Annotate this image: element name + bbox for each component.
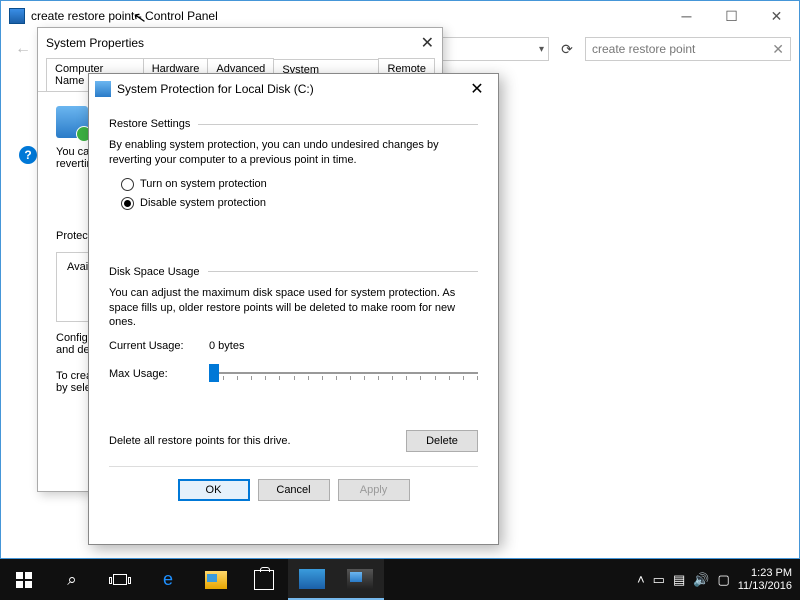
dialog-title: System Properties [46, 36, 421, 50]
slider-track [209, 372, 478, 374]
chevron-down-icon: ▾ [539, 44, 544, 55]
control-panel-icon [9, 8, 25, 24]
drive-icon [95, 81, 111, 97]
dialog-title: System Protection for Local Disk (C:) [117, 82, 462, 96]
radio-turn-on[interactable]: Turn on system protection [121, 178, 478, 191]
edge-icon: e [156, 568, 180, 592]
taskbar: ⌕ e ˄ ▭ ▤ 🔊 ▢ 1:23 PM 11/13/2016 [0, 559, 800, 600]
restore-icon [56, 106, 88, 138]
date-text: 11/13/2016 [738, 580, 792, 593]
tray-chevron-icon[interactable]: ˄ [637, 572, 645, 587]
explorer-icon [205, 571, 227, 589]
window-title: create restore point - Control Panel [31, 9, 664, 23]
divider [198, 124, 478, 125]
search-input[interactable]: create restore point ✕ [585, 37, 791, 61]
help-icon[interactable]: ? [19, 146, 37, 164]
task-view-button[interactable] [96, 559, 144, 600]
disk-desc: You can adjust the maximum disk space us… [109, 286, 478, 331]
dialog-titlebar: System Protection for Local Disk (C:) ✕ [89, 74, 498, 104]
divider [208, 271, 479, 272]
taskbar-app-controlpanel[interactable] [288, 559, 336, 600]
store-button[interactable] [240, 559, 288, 600]
close-icon[interactable]: ✕ [421, 33, 434, 53]
disk-usage-label: Disk Space Usage [109, 266, 200, 278]
taskview-icon [113, 574, 127, 585]
search-text: create restore point [592, 42, 695, 56]
system-protection-dialog: System Protection for Local Disk (C:) ✕ … [88, 73, 499, 545]
taskbar-app-system[interactable] [336, 559, 384, 600]
dialog-titlebar: System Properties ✕ [38, 28, 442, 58]
radio-icon [121, 197, 134, 210]
slider-ticks [209, 376, 478, 380]
restore-settings-label: Restore Settings [109, 118, 190, 130]
store-icon [254, 570, 274, 590]
minimize-button[interactable]: ─ [664, 2, 709, 31]
radio-off-label: Disable system protection [140, 197, 266, 209]
clear-search-icon[interactable]: ✕ [772, 41, 784, 58]
radio-icon [121, 178, 134, 191]
ok-button[interactable]: OK [178, 479, 250, 501]
slider-thumb[interactable] [209, 364, 219, 382]
delete-button[interactable]: Delete [406, 430, 478, 452]
radio-on-label: Turn on system protection [140, 178, 267, 190]
battery-icon[interactable]: ▭ [653, 572, 665, 588]
back-button[interactable]: ← [9, 35, 37, 63]
explorer-button[interactable] [192, 559, 240, 600]
button-row: OK Cancel Apply [109, 466, 478, 501]
network-icon[interactable]: ▤ [673, 572, 685, 588]
edge-button[interactable]: e [144, 559, 192, 600]
current-usage-label: Current Usage: [109, 340, 209, 352]
search-icon: ⌕ [67, 570, 77, 590]
time-text: 1:23 PM [738, 567, 792, 580]
clock[interactable]: 1:23 PM 11/13/2016 [738, 567, 792, 592]
dialog-body: Restore Settings By enabling system prot… [89, 104, 498, 515]
start-button[interactable] [0, 559, 48, 600]
max-usage-slider[interactable] [209, 362, 478, 386]
refresh-button[interactable]: ⟳ [555, 37, 579, 61]
windows-icon [16, 572, 32, 588]
close-button[interactable]: ✕ [754, 2, 799, 31]
close-icon[interactable]: ✕ [462, 79, 492, 99]
current-usage-value: 0 bytes [209, 340, 244, 352]
search-button[interactable]: ⌕ [48, 559, 96, 600]
system-icon [347, 569, 373, 589]
cancel-button[interactable]: Cancel [258, 479, 330, 501]
action-center-icon[interactable]: ▢ [717, 572, 729, 588]
delete-desc: Delete all restore points for this drive… [109, 435, 291, 447]
max-usage-label: Max Usage: [109, 368, 209, 380]
radio-disable[interactable]: Disable system protection [121, 197, 478, 210]
maximize-button[interactable]: ☐ [709, 2, 754, 31]
volume-icon[interactable]: 🔊 [693, 572, 709, 588]
apply-button[interactable]: Apply [338, 479, 410, 501]
system-tray: ˄ ▭ ▤ 🔊 ▢ 1:23 PM 11/13/2016 [637, 567, 800, 592]
cp-icon [299, 569, 325, 589]
restore-desc: By enabling system protection, you can u… [109, 138, 478, 168]
